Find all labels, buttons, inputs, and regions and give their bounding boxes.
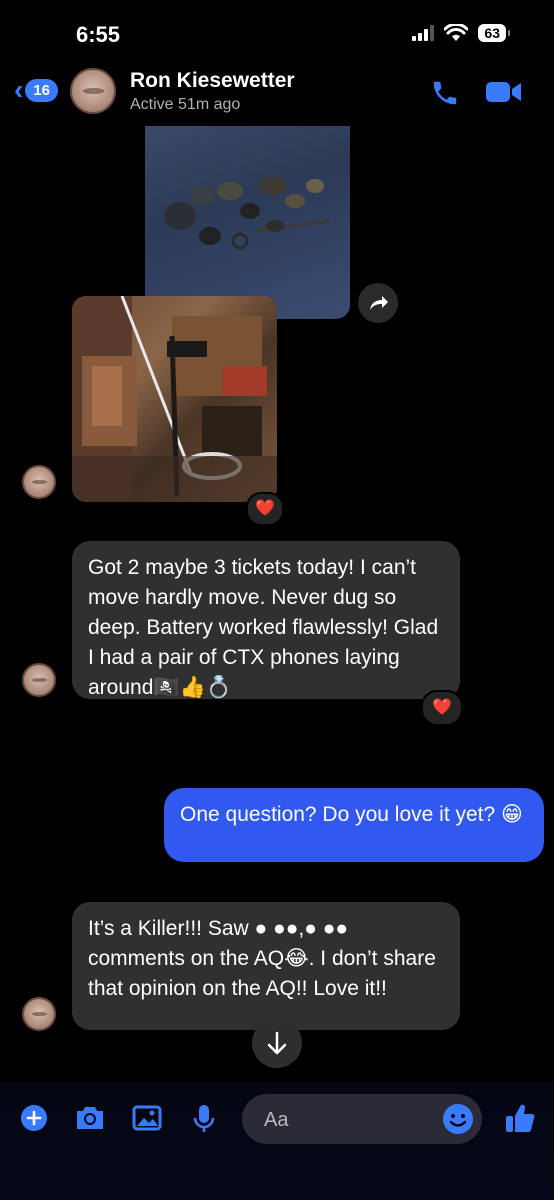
contact-avatar-small[interactable] [22,663,56,697]
status-bar: 6:55 63 [0,0,554,70]
unread-count-badge: 16 [25,78,59,102]
camera-icon[interactable] [74,1104,106,1132]
message-input[interactable] [262,1094,436,1146]
photo-content [72,296,277,502]
photo-heart-reaction[interactable]: ❤️ [246,492,284,526]
share-arrow-icon [370,296,388,310]
incoming-message-bubble[interactable]: Got 2 maybe 3 tickets today! I can’t mov… [72,541,460,699]
message-input-container[interactable] [242,1094,482,1146]
signal-icon [412,25,435,41]
status-time: 6:55 [76,22,121,47]
forward-button[interactable] [358,283,398,323]
phone-icon[interactable] [430,78,460,108]
contact-name[interactable]: Ron Kiesewetter [130,69,295,93]
battery-indicator: 63 [478,24,510,42]
conversation-header: ‹ 16 Ron Kiesewetter Active 51m ago [0,66,554,122]
chevron-left-icon: ‹ [14,74,24,105]
back-button[interactable]: ‹ 16 [14,74,59,105]
photo-content [164,177,331,250]
photo-gallery-icon[interactable] [132,1104,162,1132]
incoming-message-bubble[interactable]: It’s a Killer!!! Saw ● ●●,● ●● comments … [72,902,460,1030]
video-call-icon[interactable] [486,79,522,105]
status-icons: 63 [412,24,510,42]
photo-attachment-finds[interactable] [145,126,350,319]
emoji-icon[interactable] [442,1103,474,1135]
contact-avatar-small[interactable] [22,465,56,499]
plus-icon[interactable] [20,1104,48,1132]
photo-attachment-detector[interactable] [72,296,277,502]
outgoing-message-bubble[interactable]: One question? Do you love it yet? 😁 [164,788,544,862]
microphone-icon[interactable] [192,1104,216,1134]
contact-avatar-small[interactable] [22,997,56,1031]
message-composer [0,1082,554,1200]
thumbs-up-icon[interactable] [504,1102,536,1134]
contact-avatar[interactable] [70,68,116,114]
arrow-down-icon [267,1031,287,1055]
scroll-to-bottom-button[interactable] [252,1018,302,1068]
contact-active-status: Active 51m ago [130,96,241,113]
heart-reaction[interactable]: ❤️ [421,690,463,726]
wifi-icon [444,24,469,41]
